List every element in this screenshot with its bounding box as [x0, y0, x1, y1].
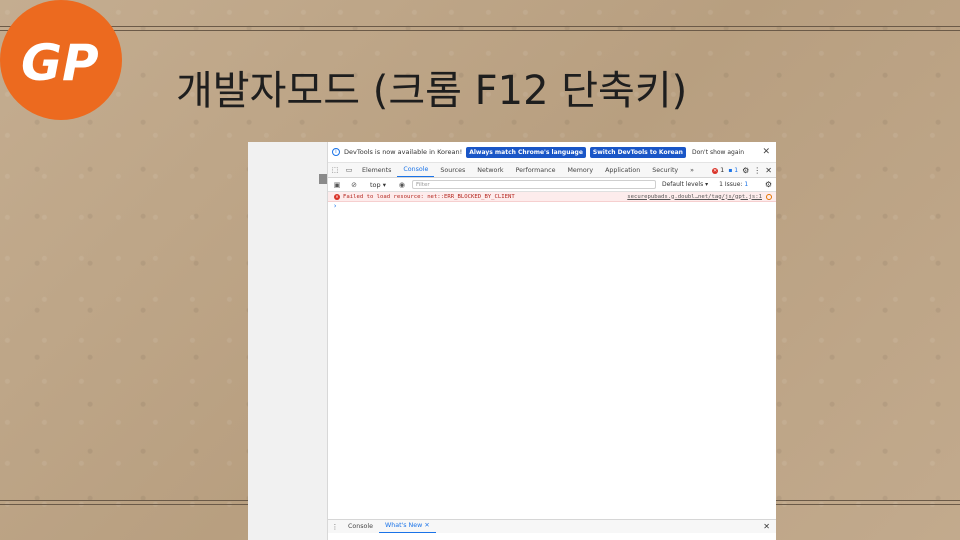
more-tabs-icon[interactable]: » [684, 164, 700, 177]
issues-label: 1 Issue: [719, 181, 743, 188]
dont-show-again-button[interactable]: Don't show again [690, 147, 746, 158]
message-counter[interactable]: ▪ 1 [728, 167, 738, 174]
console-error-source-link[interactable]: securepubads.g.doubl…net/tag/js/gpt.js:1 [627, 194, 762, 200]
devtools-panel: i DevTools is now available in Korean! A… [328, 142, 776, 540]
device-toolbar-icon[interactable]: ▭ [342, 166, 356, 174]
console-settings-gear-icon[interactable]: ⚙ [765, 180, 772, 189]
drawer-tab-console[interactable]: Console [342, 521, 379, 533]
drawer-tab-close-icon[interactable]: ✕ [424, 522, 429, 529]
live-expression-eye-icon[interactable]: ◉ [395, 181, 409, 189]
console-output[interactable]: ✕ Failed to load resource: net::ERR_BLOC… [328, 192, 776, 512]
slide-title: 개발자모드 (크롬 F12 단축키) [176, 68, 688, 114]
switch-korean-button[interactable]: Switch DevTools to Korean [589, 146, 686, 158]
drawer-close-icon[interactable]: ✕ [763, 522, 770, 531]
console-prompt[interactable]: › [328, 202, 776, 210]
language-infobar: i DevTools is now available in Korean! A… [328, 142, 776, 163]
tab-console[interactable]: Console [397, 163, 435, 177]
tab-network[interactable]: Network [471, 164, 509, 177]
gp-logo-mark: GP [21, 34, 99, 92]
sidebar-toggle-icon[interactable]: ▣ [330, 181, 344, 189]
console-toolbar: ▣ ⊘ top ▾ ◉ Filter Default levels ▾ 1 Is… [328, 178, 776, 192]
drawer-tab-whats-new-label: What's New [385, 522, 423, 529]
message-count: 1 [734, 166, 739, 174]
gp-logo: GP [0, 0, 122, 120]
ai-explain-icon[interactable] [766, 193, 772, 200]
issues-count: 1 [744, 181, 749, 188]
clear-console-icon[interactable]: ⊘ [347, 181, 361, 189]
top-rule-2 [0, 30, 960, 31]
kebab-menu-icon[interactable]: ⋮ [753, 166, 761, 175]
tab-performance[interactable]: Performance [510, 164, 562, 177]
top-rule-1 [0, 26, 960, 27]
filter-input[interactable]: Filter [411, 180, 656, 189]
console-error-icon: ✕ [334, 193, 340, 200]
settings-gear-icon[interactable]: ⚙ [742, 166, 749, 175]
drawer-tab-whats-new[interactable]: What's New ✕ [379, 520, 436, 533]
match-language-button[interactable]: Always match Chrome's language [466, 146, 586, 158]
gp-logo-letters: GP [21, 34, 99, 92]
infobar-close-icon[interactable]: ✕ [762, 147, 770, 157]
tabbar-right: ✕ 1 ▪ 1 ⚙ ⋮ ✕ [712, 166, 776, 175]
infobar-message: DevTools is now available in Korean! [344, 148, 463, 156]
page-viewport [248, 142, 328, 540]
console-error-row: ✕ Failed to load resource: net::ERR_BLOC… [328, 192, 776, 202]
error-count: 1 [720, 166, 725, 174]
drawer-content [328, 533, 776, 540]
error-counter[interactable]: ✕ 1 [712, 166, 724, 174]
tab-sources[interactable]: Sources [434, 164, 471, 177]
tab-security[interactable]: Security [646, 164, 684, 177]
devtools-tabbar: ⬚ ▭ Elements Console Sources Network Per… [328, 163, 776, 178]
info-icon: i [332, 148, 340, 156]
devtools-close-icon[interactable]: ✕ [765, 166, 772, 175]
devtools-drawer: ⋮ Console What's New ✕ ✕ [328, 519, 776, 533]
tab-application[interactable]: Application [599, 164, 646, 177]
error-icon: ✕ [712, 168, 719, 174]
issues-counter[interactable]: 1 Issue: 1 [719, 181, 748, 188]
tab-memory[interactable]: Memory [561, 164, 599, 177]
tab-elements[interactable]: Elements [356, 164, 397, 177]
inspect-element-icon[interactable]: ⬚ [328, 166, 342, 174]
log-levels-dropdown[interactable]: Default levels ▾ [662, 181, 708, 188]
console-error-text: Failed to load resource: net::ERR_BLOCKE… [343, 193, 515, 200]
browser-screenshot: i DevTools is now available in Korean! A… [248, 142, 776, 540]
context-selector[interactable]: top ▾ [364, 181, 392, 189]
drawer-menu-icon[interactable]: ⋮ [328, 523, 342, 531]
page-scrollbar-thumb[interactable] [319, 174, 327, 184]
